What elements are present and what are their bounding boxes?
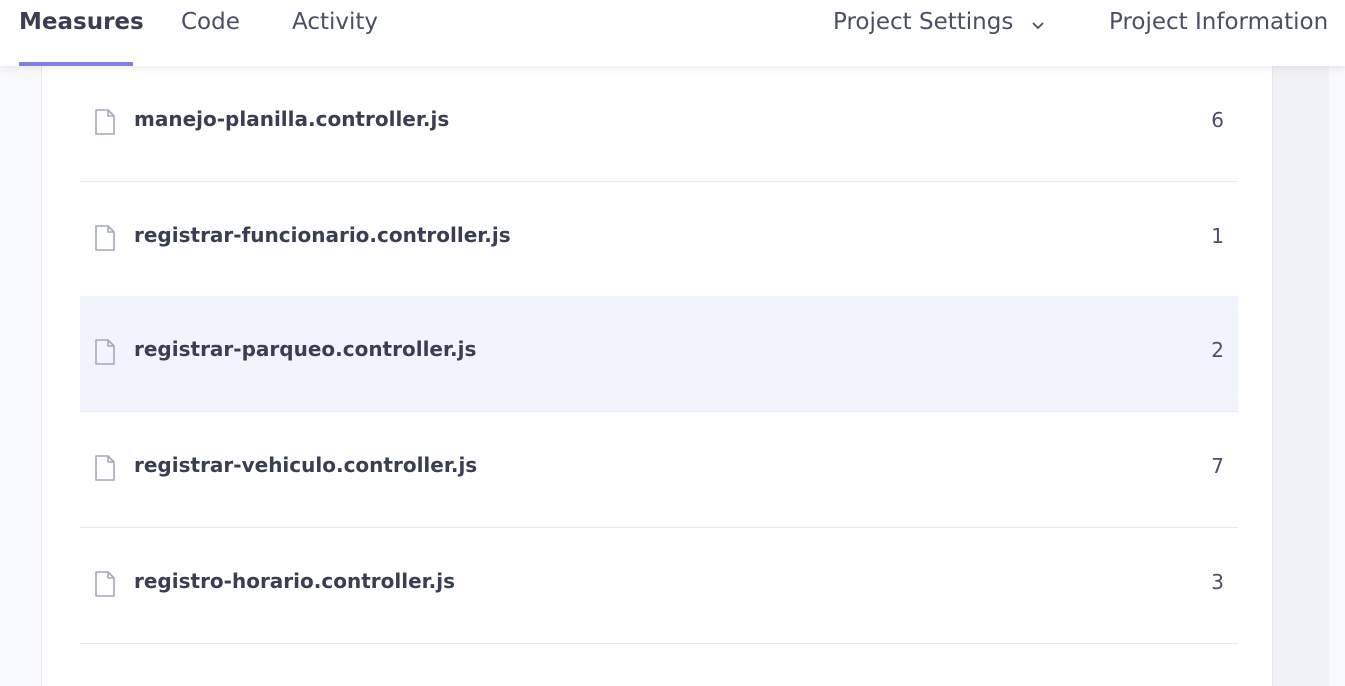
issue-count: 2 [1211,338,1224,362]
file-row[interactable]: registrar-parqueo.controller.js 2 [80,296,1238,412]
file-name[interactable]: registrar-parqueo.controller.js [134,337,476,361]
file-icon [94,225,116,251]
file-icon [94,455,116,481]
issue-count: 6 [1211,108,1224,132]
issue-count: 3 [1211,570,1224,594]
project-settings-dropdown[interactable]: Project Settings [833,0,1045,66]
file-row[interactable]: registro-horario.controller.js 3 [80,528,1238,644]
tab-project-information[interactable]: Project Information [1109,0,1328,66]
file-name[interactable]: registro-horario.controller.js [134,569,455,593]
project-settings-label: Project Settings [833,9,1014,35]
issue-count: 1 [1211,224,1224,248]
file-icon [94,339,116,365]
tab-code[interactable]: Code [181,0,240,66]
tab-activity[interactable]: Activity [292,0,378,66]
file-icon [94,571,116,597]
file-row[interactable]: registrar-vehiculo.controller.js 7 [80,412,1238,528]
file-icon [94,109,116,135]
issue-count: 7 [1211,454,1224,478]
file-name[interactable]: registrar-vehiculo.controller.js [134,453,477,477]
page-gutter [1273,66,1329,686]
tab-measures[interactable]: Measures [19,0,144,66]
chevron-down-icon [1031,13,1045,39]
top-navigation: Measures Code Activity Project Settings … [0,0,1345,66]
file-row[interactable]: registrar-funcionario.controller.js 1 [80,182,1238,298]
file-row[interactable]: manejo-planilla.controller.js 6 [80,66,1238,182]
file-name[interactable]: manejo-planilla.controller.js [134,107,449,131]
file-list-panel: manejo-planilla.controller.js 6 registra… [41,66,1273,686]
file-name[interactable]: registrar-funcionario.controller.js [134,223,511,247]
